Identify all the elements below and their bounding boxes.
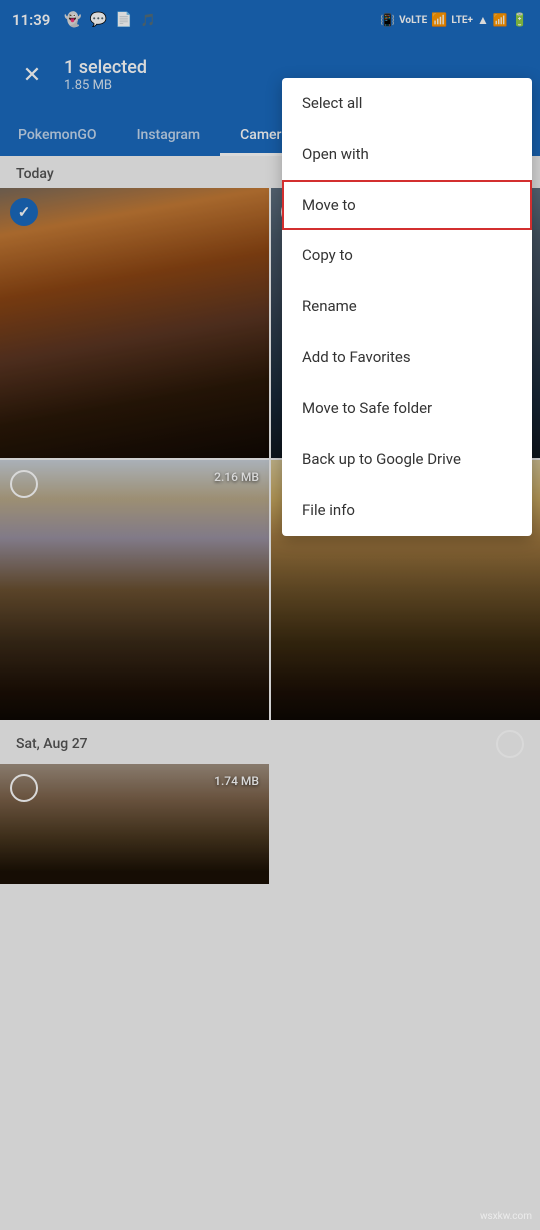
menu-item-file-info[interactable]: File info bbox=[282, 485, 532, 536]
menu-item-open-with[interactable]: Open with bbox=[282, 129, 532, 180]
menu-item-rename[interactable]: Rename bbox=[282, 281, 532, 332]
menu-item-add-to-favorites[interactable]: Add to Favorites bbox=[282, 332, 532, 383]
menu-item-move-to[interactable]: Move to bbox=[282, 180, 532, 230]
menu-item-backup-drive[interactable]: Back up to Google Drive bbox=[282, 434, 532, 485]
watermark: wsxkw.com bbox=[480, 1211, 532, 1222]
menu-item-copy-to[interactable]: Copy to bbox=[282, 230, 532, 281]
dropdown-menu: Select all Open with Move to Copy to Ren… bbox=[282, 78, 532, 536]
menu-item-move-to-safe[interactable]: Move to Safe folder bbox=[282, 383, 532, 434]
menu-item-select-all[interactable]: Select all bbox=[282, 78, 532, 129]
